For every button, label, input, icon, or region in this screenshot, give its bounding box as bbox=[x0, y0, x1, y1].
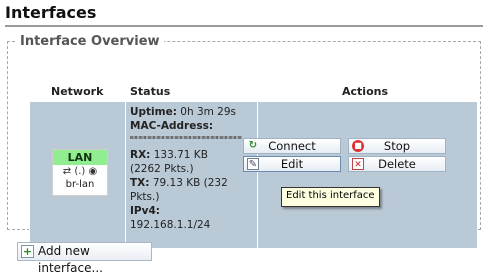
add-interface-button[interactable]: + Add new interface... bbox=[17, 242, 152, 275]
edit-label: Edit bbox=[280, 157, 304, 171]
rx-label: RX: bbox=[130, 149, 151, 161]
ipv4-value: 192.168.1.1/24 bbox=[130, 219, 211, 231]
wireless-icon: ◉ bbox=[88, 166, 98, 177]
edit-icon: ✎ bbox=[247, 158, 259, 170]
ipv4-label: IPv4: bbox=[130, 205, 160, 217]
rx-value: 133.71 KB bbox=[153, 149, 208, 161]
column-status: Status bbox=[130, 85, 171, 98]
stop-label: Stop bbox=[383, 139, 411, 153]
network-name: LAN bbox=[53, 150, 107, 165]
add-icon: + bbox=[21, 245, 34, 258]
mac-label: MAC-Address: bbox=[130, 120, 214, 132]
table-header: Network Status Actions bbox=[8, 85, 480, 101]
wifi-bridge-icon: (.) bbox=[74, 166, 86, 177]
edit-button[interactable]: ✎ Edit bbox=[243, 156, 341, 172]
mac-address-redacted bbox=[130, 136, 242, 139]
tx-packets: Pkts.) bbox=[130, 191, 160, 203]
column-network: Network bbox=[51, 85, 104, 98]
delete-icon: ✕ bbox=[352, 158, 364, 170]
device-name: br-lan bbox=[65, 179, 95, 190]
stop-button[interactable]: ■ Stop bbox=[348, 138, 446, 154]
add-interface-label: Add new interface... bbox=[38, 244, 103, 275]
page-title: Interfaces bbox=[5, 3, 483, 27]
network-badge: LAN ⇄ (.) ◉ br-lan bbox=[52, 149, 108, 196]
edit-tooltip: Edit this interface bbox=[281, 187, 380, 207]
connect-button[interactable]: ↻ Connect bbox=[243, 138, 341, 154]
interface-status: Uptime: 0h 3m 29s MAC-Address: RX: 133.7… bbox=[130, 105, 252, 232]
device-icons: ⇄ (.) ◉ bbox=[53, 165, 107, 179]
rx-packets: (2262 Pkts.) bbox=[130, 163, 194, 175]
table-row: LAN ⇄ (.) ◉ br-lan Uptime: 0h 3m 29s MAC… bbox=[29, 102, 477, 248]
stop-icon: ■ bbox=[352, 140, 364, 152]
interface-overview-legend: Interface Overview bbox=[20, 34, 160, 49]
tx-value: 79.13 KB (232 bbox=[152, 177, 228, 189]
delete-label: Delete bbox=[378, 157, 416, 171]
refresh-icon: ↻ bbox=[248, 140, 258, 151]
uptime-label: Uptime: bbox=[130, 106, 177, 118]
interface-overview-fieldset: Interface Overview Network Status Action… bbox=[7, 34, 481, 248]
ethernet-icon: ⇄ bbox=[62, 166, 72, 177]
column-divider bbox=[125, 102, 126, 248]
delete-button[interactable]: ✕ Delete bbox=[348, 156, 446, 172]
tx-label: TX: bbox=[130, 177, 150, 189]
uptime-value: 0h 3m 29s bbox=[180, 106, 237, 118]
column-divider bbox=[257, 102, 258, 248]
column-actions: Actions bbox=[342, 85, 388, 98]
connect-label: Connect bbox=[268, 139, 316, 153]
